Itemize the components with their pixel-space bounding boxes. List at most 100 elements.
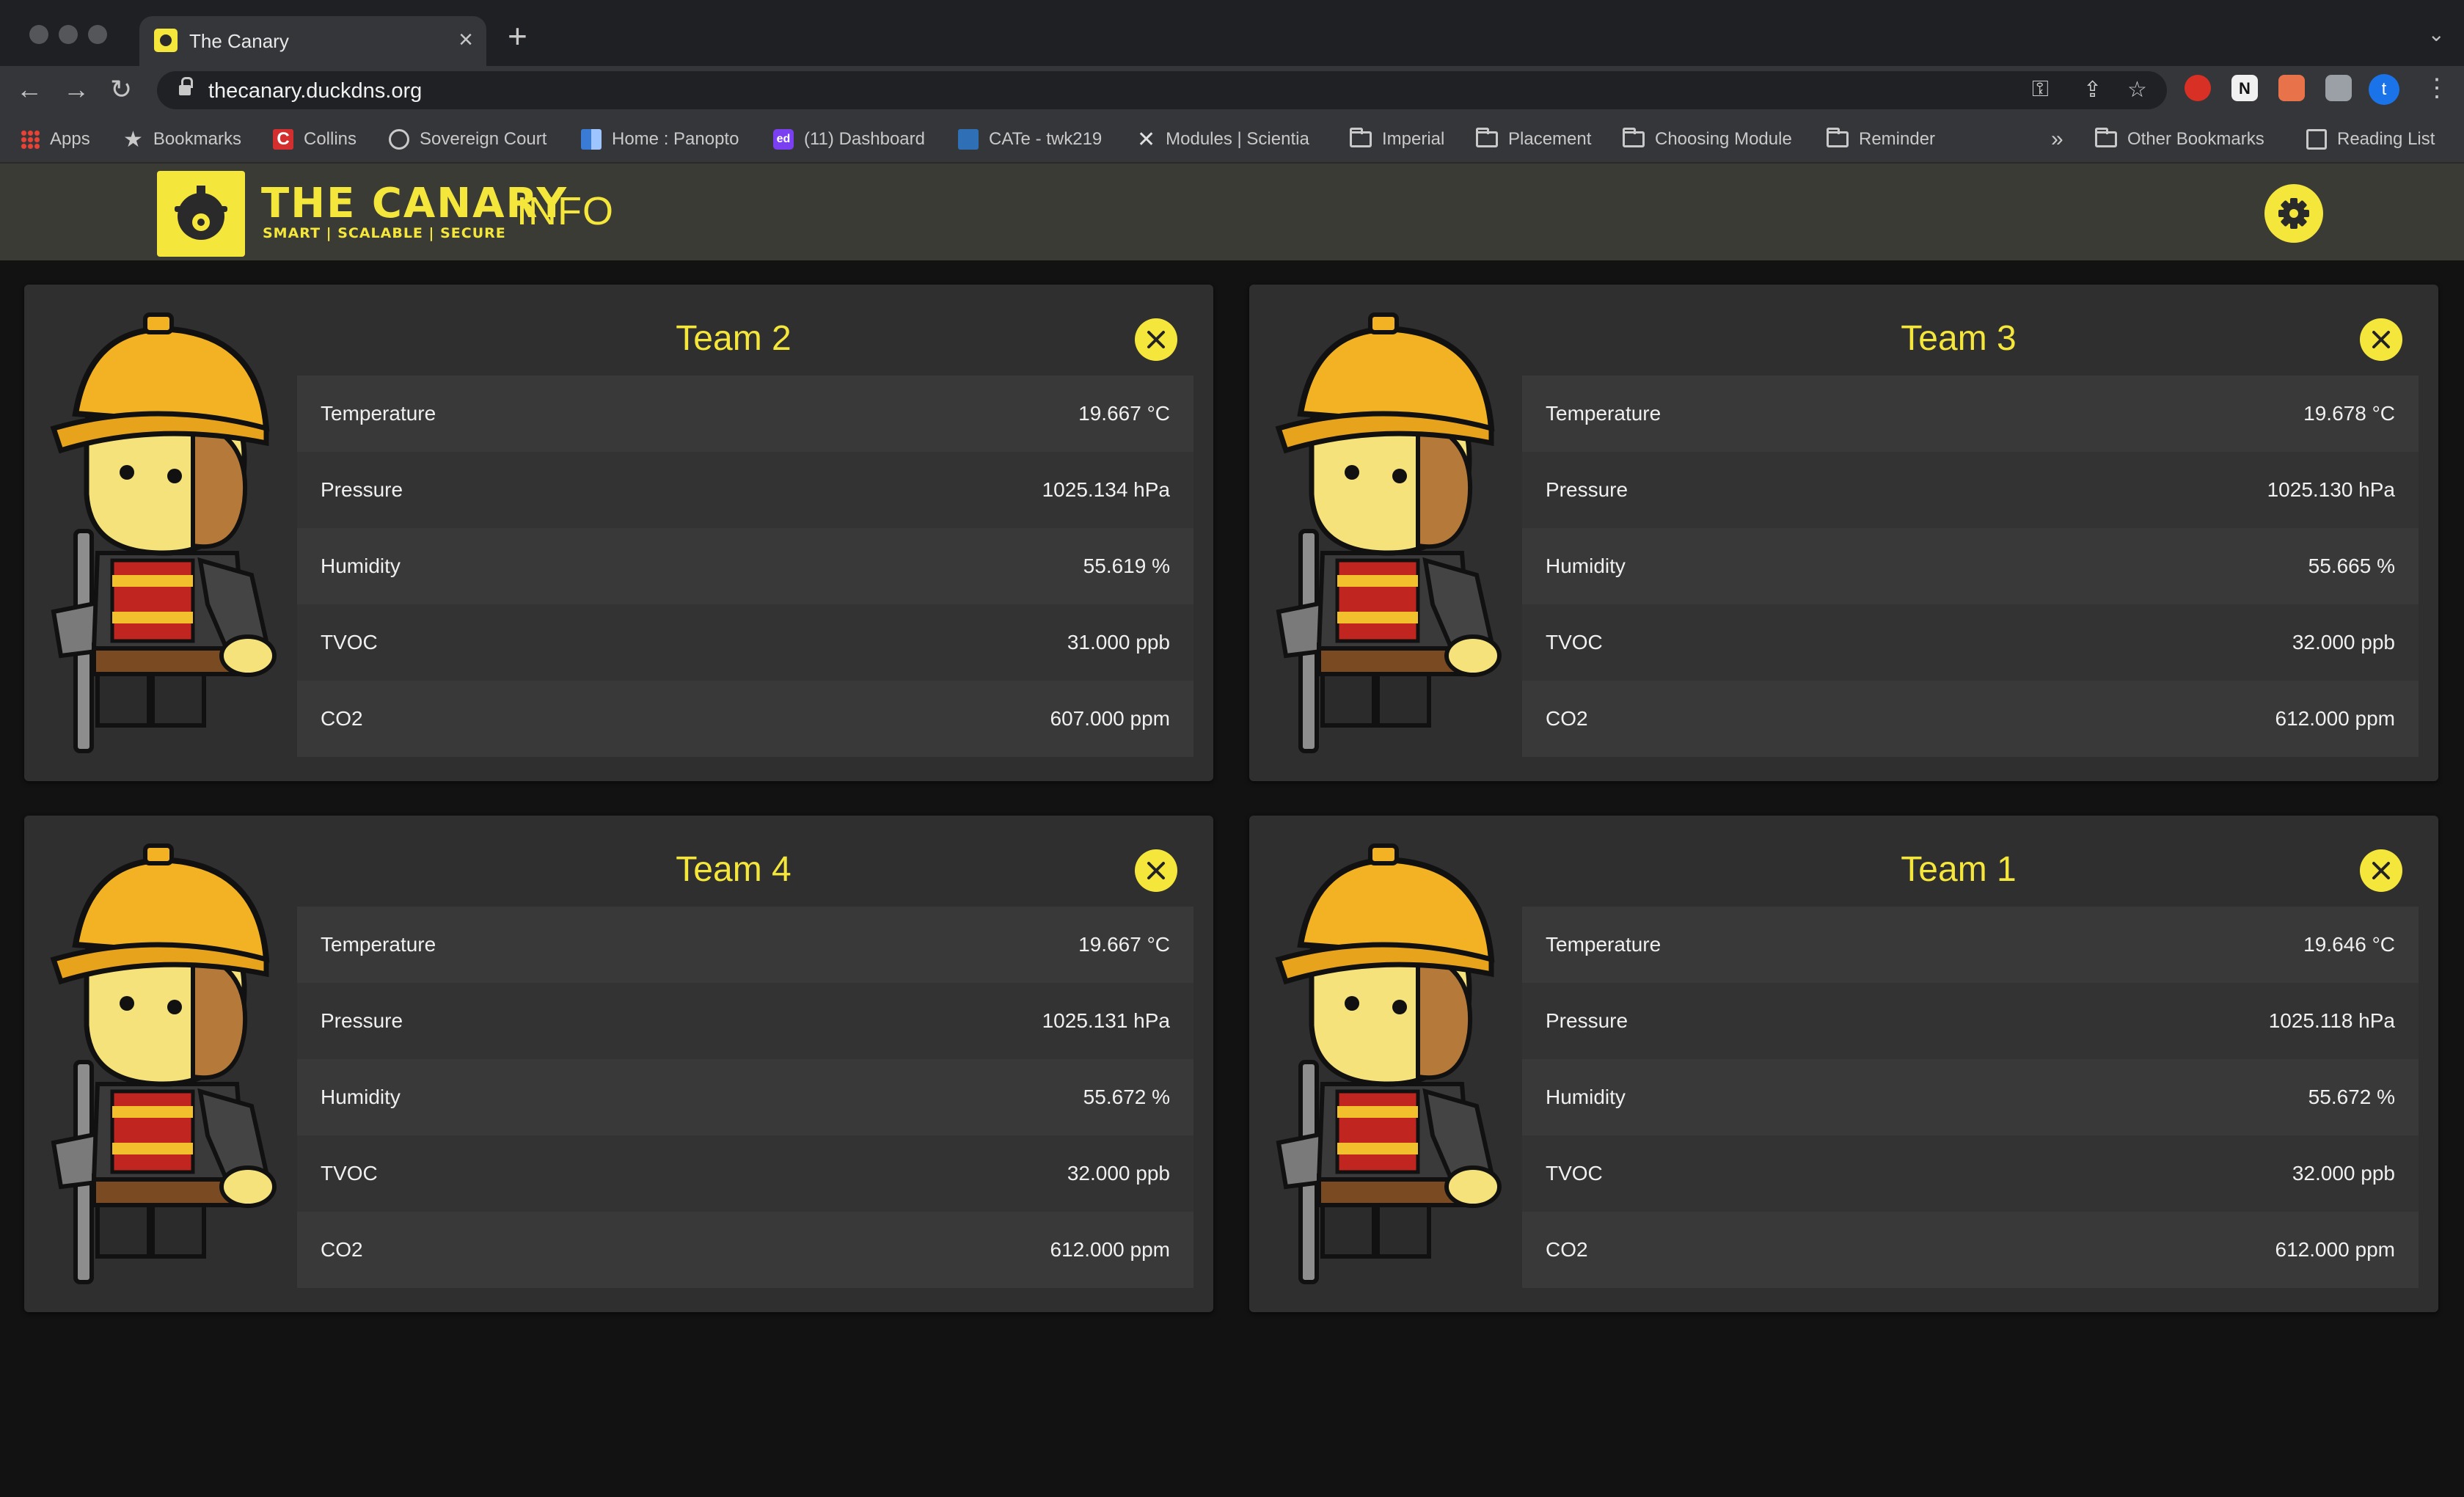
browser-tab-bar: The Canary × + ⌄ [0,0,2464,66]
bookmark-label: Apps [50,129,90,149]
reading-label: Temperature [321,402,436,425]
bookmark-sovereign-court[interactable]: Sovereign Court [389,127,546,152]
new-tab-icon[interactable]: + [508,18,527,54]
ed-icon: ed [773,129,794,150]
bookmark-folder-imperial[interactable]: Imperial [1350,127,1444,152]
coffee-extension-icon[interactable] [2278,75,2305,101]
close-icon [1147,862,1165,879]
window-close-dot[interactable] [29,25,48,44]
collins-icon: C [273,129,293,150]
lock-icon[interactable] [179,77,193,97]
notion-extension-icon[interactable]: N [2231,75,2258,101]
bookmark-label: Placement [1508,129,1592,149]
close-icon [2372,331,2390,348]
bookmark-panopto[interactable]: Home : Panopto [581,127,739,152]
reading-value: 1025.134 hPa [1042,478,1170,501]
chevron-down-icon[interactable]: ⌄ [2428,22,2445,46]
reading-row-temperature: Temperature 19.667 °C [297,907,1193,983]
remove-team-button[interactable] [2360,318,2402,361]
bookmark-label: Sovereign Court [420,129,547,149]
gear-icon [2278,198,2309,229]
remove-team-button[interactable] [1135,318,1177,361]
reading-row-co2: CO2 612.000 ppm [297,1212,1193,1288]
url-text[interactable]: thecanary.duckdns.org [208,79,422,103]
folder-icon [2095,128,2117,147]
reading-label: Temperature [1546,402,1661,425]
close-tab-icon[interactable]: × [458,25,473,54]
bookmark-label: Other Bookmarks [2127,129,2264,149]
browser-menu-icon[interactable]: ⋮ [2424,73,2449,103]
bookmark-collins[interactable]: C Collins [273,127,357,152]
reading-row-co2: CO2 607.000 ppm [297,681,1193,757]
adblock-extension-icon[interactable] [2185,75,2211,101]
reading-value: 607.000 ppm [1050,707,1170,730]
team-card: Team 2 Temperature 19.667 °C Pressure 1025… [24,285,1213,781]
readings-list: Temperature 19.667 °C Pressure 1025.134 hP… [297,376,1193,757]
bookmark-folder-choosing-module[interactable]: Choosing Module [1623,127,1792,152]
key-icon[interactable]: ⚿ [2032,77,2049,102]
reading-label: TVOC [321,631,378,654]
share-icon[interactable]: ⇪ [2083,77,2102,103]
bookmark-dashboard[interactable]: ed (11) Dashboard [773,127,925,152]
reading-value: 19.678 °C [2303,402,2395,425]
reading-value: 55.619 % [1083,554,1170,577]
settings-button[interactable] [2264,184,2323,243]
reading-row-humidity: Humidity 55.619 % [297,528,1193,604]
star-bookmark-icon[interactable]: ☆ [2127,77,2147,103]
browser-toolbar: ← → ↻ thecanary.duckdns.org ⚿ ⇪ ☆ [0,66,2464,114]
reading-value: 19.667 °C [1078,402,1170,425]
bookmarks-overflow-button[interactable]: » [2051,127,2063,152]
bookmark-label: Imperial [1382,129,1445,149]
reading-row-temperature: Temperature 19.678 °C [1522,376,2419,452]
profile-avatar[interactable]: t [2369,74,2399,105]
reading-row-temperature: Temperature 19.667 °C [297,376,1193,452]
back-arrow-icon[interactable]: ← [16,72,43,107]
bookmark-label: Home : Panopto [612,129,739,149]
globe-icon [389,129,409,150]
bookmark-scientia[interactable]: ✕ Modules | Scientia [1137,127,1309,152]
puzzle-extensions-icon[interactable] [2325,75,2352,101]
browser-tab-active[interactable]: The Canary × [139,16,486,66]
reading-value: 1025.131 hPa [1042,1009,1170,1032]
reading-label: TVOC [321,1162,378,1185]
miner-avatar [1249,311,1513,766]
forward-arrow-icon[interactable]: → [63,72,89,107]
canary-logo-icon[interactable] [157,171,245,257]
bookmark-cate[interactable]: CATe - twk219 [958,127,1102,152]
window-zoom-dot[interactable] [88,25,107,44]
reload-icon[interactable]: ↻ [110,72,132,107]
reading-row-pressure: Pressure 1025.131 hPa [297,983,1193,1059]
reading-label: Humidity [1546,554,1626,577]
reading-label: Pressure [321,1009,403,1032]
close-icon [1147,331,1165,348]
bookmark-folder-reminder[interactable]: Reminder [1827,127,1935,152]
readings-list: Temperature 19.667 °C Pressure 1025.131 hP… [297,907,1193,1288]
window-minimize-dot[interactable] [59,25,78,44]
reading-list-icon [2306,129,2327,150]
remove-team-button[interactable] [1135,849,1177,892]
readings-list: Temperature 19.646 °C Pressure 1025.118 hP… [1522,907,2419,1288]
folder-icon [1476,128,1498,147]
reading-label: Pressure [1546,1009,1628,1032]
reading-value: 612.000 ppm [2275,1238,2395,1261]
reading-label: TVOC [1546,631,1603,654]
folder-icon [1350,128,1372,147]
miner-avatar [24,842,288,1297]
tab-title: The Canary [189,30,289,52]
bookmark-reading-list[interactable]: Reading List [2306,127,2435,152]
remove-team-button[interactable] [2360,849,2402,892]
bookmark-other-bookmarks[interactable]: Other Bookmarks [2095,127,2264,152]
reading-value: 1025.118 hPa [2268,1009,2395,1032]
reading-value: 55.672 % [1083,1086,1170,1108]
team-name: Team 4 [676,850,792,889]
bookmark-bookmarks[interactable]: ★ Bookmarks [123,127,241,152]
reading-value: 612.000 ppm [2275,707,2395,730]
reading-row-tvoc: TVOC 32.000 ppb [1522,1135,2419,1212]
team-name: Team 3 [1901,319,2017,358]
bookmark-apps[interactable]: Apps [21,127,90,152]
address-bar[interactable]: thecanary.duckdns.org ⚿ ⇪ ☆ [157,71,2167,109]
panopto-icon [581,129,602,150]
bookmark-folder-placement[interactable]: Placement [1476,127,1591,152]
reading-label: Humidity [1546,1086,1626,1108]
bookmark-label: Reminder [1859,129,1936,149]
